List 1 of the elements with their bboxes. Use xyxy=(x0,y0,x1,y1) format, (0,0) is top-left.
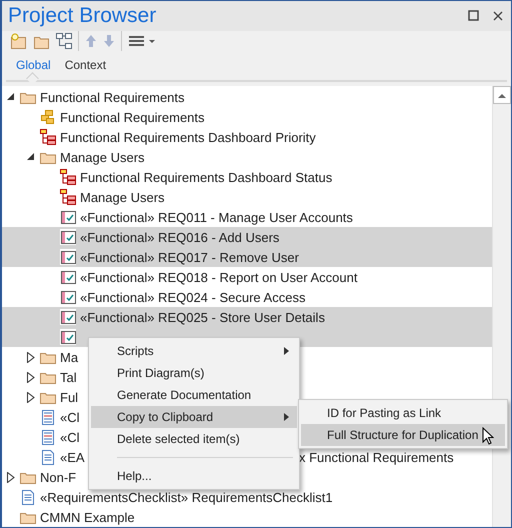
window-title: Project Browser xyxy=(8,4,158,28)
